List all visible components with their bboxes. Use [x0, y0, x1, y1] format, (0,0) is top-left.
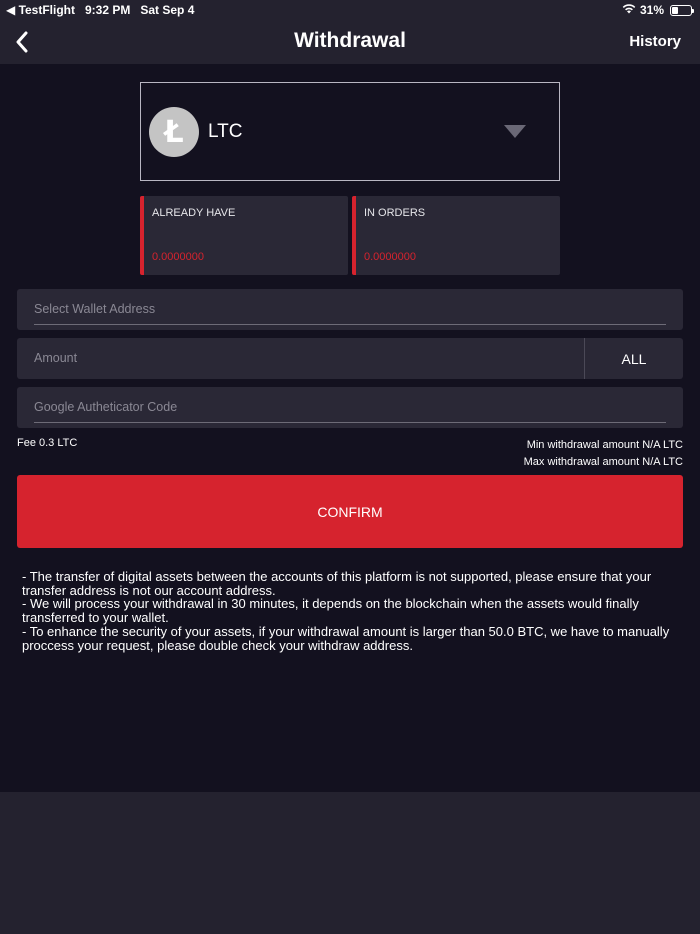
note-item: - The transfer of digital assets between… — [22, 569, 652, 598]
in-orders-card: IN ORDERS 0.0000000 — [352, 196, 560, 275]
wallet-address-input[interactable] — [34, 295, 664, 323]
in-orders-label: IN ORDERS — [364, 207, 426, 219]
withdrawal-limits: Min withdrawal amount N/A LTC Max withdr… — [524, 437, 683, 471]
litecoin-icon: Ł — [149, 107, 199, 157]
empty-area — [0, 792, 700, 934]
max-withdrawal-text: Max withdrawal amount N/A LTC — [523, 456, 683, 468]
coin-logo-letter: Ł — [164, 114, 184, 150]
wallet-address-field — [17, 289, 683, 330]
back-to-app-link[interactable]: ◀ TestFlight — [6, 3, 75, 17]
already-have-label: ALREADY HAVE — [152, 207, 236, 219]
coin-symbol: LTC — [208, 121, 243, 142]
authenticator-field — [17, 387, 683, 428]
note-item: - We will process your withdrawal in 30 … — [22, 596, 639, 626]
confirm-button[interactable]: CONFIRM — [17, 475, 683, 548]
note-item: - To enhance the security of your assets… — [22, 623, 670, 653]
authenticator-code-input[interactable] — [34, 393, 664, 421]
nav-bar: Withdrawal History — [0, 20, 700, 64]
status-time: 9:32 PM — [85, 3, 131, 17]
all-amount-button[interactable]: ALL — [584, 338, 683, 379]
already-have-card: ALREADY HAVE 0.0000000 — [140, 196, 348, 275]
fee-text: Fee 0.3 LTC — [17, 437, 78, 449]
authenticator-underline — [34, 422, 666, 423]
coin-selector[interactable]: Ł LTC — [140, 82, 560, 181]
battery-percent: 31% — [639, 3, 664, 17]
amount-input[interactable] — [34, 344, 574, 372]
wifi-icon — [622, 3, 636, 17]
battery-icon — [670, 4, 694, 16]
history-button[interactable]: History — [629, 33, 681, 50]
wallet-address-underline — [34, 324, 666, 325]
already-have-value: 0.0000000 — [152, 251, 204, 263]
dropdown-caret-icon — [504, 125, 526, 138]
amount-field: ALL — [17, 338, 683, 379]
withdrawal-notes: - The transfer of digital assets between… — [22, 570, 682, 652]
page-title: Withdrawal — [294, 29, 406, 52]
battery-fill — [672, 6, 678, 14]
min-withdrawal-text: Min withdrawal amount N/A LTC — [526, 439, 683, 451]
status-bar: ◀ TestFlight 9:32 PM Sat Sep 4 31% — [0, 0, 700, 20]
status-date: Sat Sep 4 — [140, 3, 195, 17]
in-orders-value: 0.0000000 — [364, 251, 416, 263]
